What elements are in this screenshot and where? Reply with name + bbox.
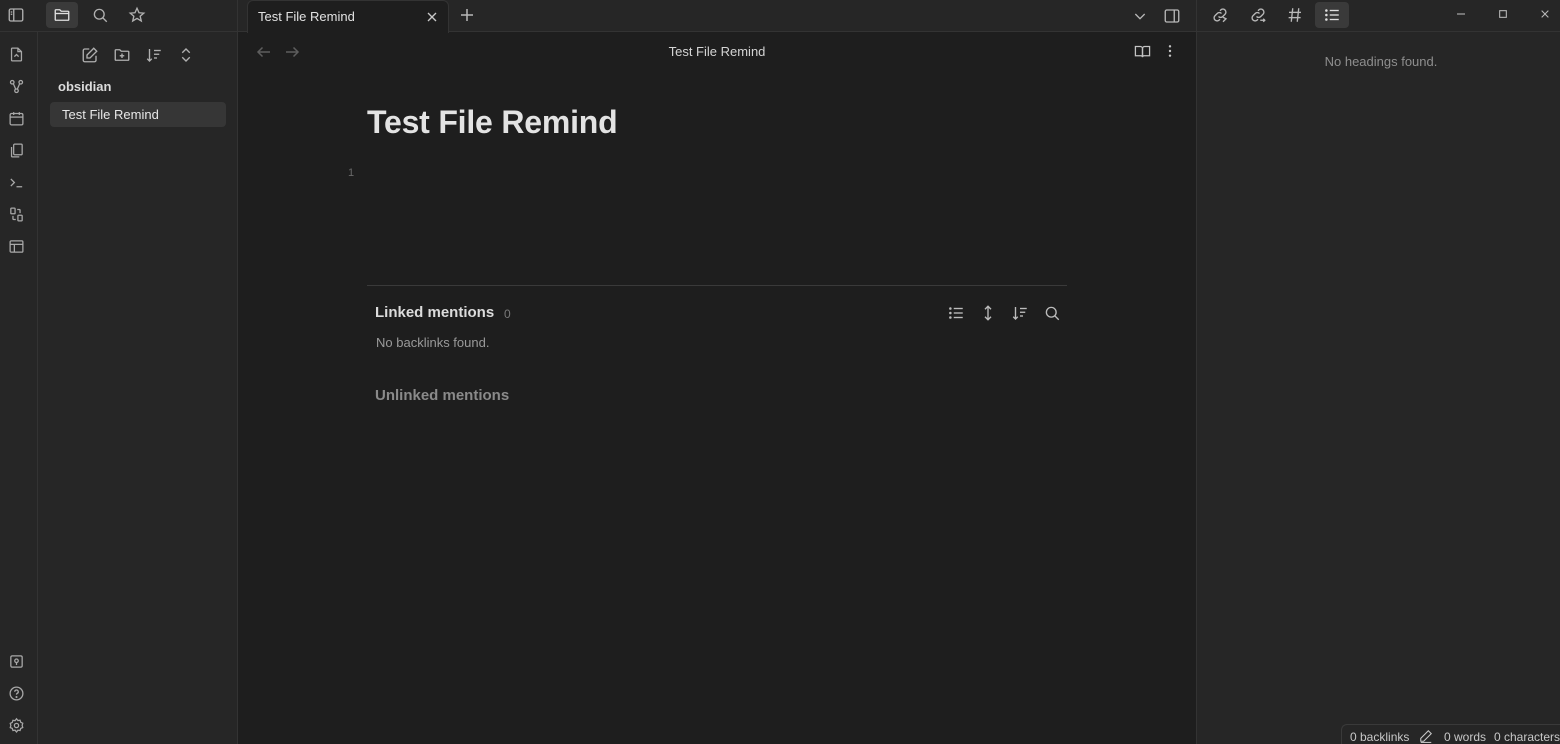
tags-icon bbox=[1288, 8, 1301, 22]
book-open-icon bbox=[1134, 45, 1150, 57]
show-more-context-button[interactable] bbox=[978, 303, 998, 323]
sidebar-right-icon bbox=[1164, 9, 1180, 23]
slides-layout-icon[interactable] bbox=[6, 236, 26, 256]
minimize-icon[interactable] bbox=[1453, 6, 1469, 22]
collapse-all-button[interactable] bbox=[175, 44, 197, 66]
tab-active[interactable]: Test File Remind bbox=[247, 0, 449, 33]
sort-icon bbox=[1012, 307, 1027, 320]
new-note-icon bbox=[82, 47, 98, 63]
new-note-button[interactable] bbox=[79, 44, 101, 66]
file-item-active[interactable]: Test File Remind bbox=[50, 102, 226, 127]
pencil-icon[interactable] bbox=[1419, 729, 1433, 743]
canvas-icon[interactable] bbox=[6, 204, 26, 224]
right-sidebar-toggle[interactable] bbox=[1160, 4, 1184, 28]
backlinks-search-button[interactable] bbox=[1042, 303, 1062, 323]
tags-tab[interactable] bbox=[1278, 2, 1312, 28]
unlinked-mentions-title[interactable]: Unlinked mentions bbox=[375, 387, 509, 404]
search-icon bbox=[1045, 306, 1060, 321]
outgoing-links-icon bbox=[1251, 8, 1266, 23]
more-options-button[interactable] bbox=[1160, 41, 1180, 61]
inline-title[interactable]: Test File Remind bbox=[367, 104, 618, 141]
new-folder-button[interactable] bbox=[111, 44, 133, 66]
outline-panel: No headings found. bbox=[1196, 32, 1560, 744]
view-header-title[interactable]: Test File Remind bbox=[238, 44, 1196, 59]
status-words: 0 words bbox=[1444, 730, 1487, 744]
open-quick-switcher-icon[interactable] bbox=[6, 44, 26, 64]
backlinks-icon bbox=[1213, 8, 1228, 23]
vault-name[interactable]: obsidian bbox=[58, 79, 111, 94]
right-header-strip bbox=[1196, 0, 1560, 32]
editor-pane: Test File Remind Test File Remind 1 Link… bbox=[238, 33, 1196, 744]
file-explorer: obsidian Test File Remind bbox=[38, 32, 238, 744]
window-close-icon[interactable] bbox=[1537, 6, 1553, 22]
left-header-strip bbox=[0, 0, 238, 32]
no-headings-text: No headings found. bbox=[1324, 54, 1438, 69]
expand-vertical-icon bbox=[984, 305, 992, 321]
chevron-down-icon bbox=[1134, 13, 1146, 20]
star-icon bbox=[128, 6, 146, 23]
tab-title: Test File Remind bbox=[258, 9, 355, 24]
new-folder-icon bbox=[114, 49, 130, 61]
graph-view-icon[interactable] bbox=[6, 76, 26, 96]
status-characters: 0 characters bbox=[1494, 730, 1560, 744]
outline-tab[interactable] bbox=[1315, 2, 1349, 28]
backlinks-divider bbox=[367, 285, 1067, 286]
templates-icon[interactable] bbox=[6, 140, 26, 160]
close-icon[interactable] bbox=[424, 9, 440, 25]
ribbon bbox=[0, 32, 38, 744]
tab-list-dropdown[interactable] bbox=[1128, 4, 1152, 28]
backlinks-sort-button[interactable] bbox=[1010, 303, 1030, 323]
outline-icon bbox=[1325, 9, 1339, 21]
list-icon bbox=[949, 307, 963, 319]
vault-switch-icon[interactable] bbox=[6, 651, 26, 671]
collapse-results-button[interactable] bbox=[946, 303, 966, 323]
search-tab[interactable] bbox=[84, 2, 116, 28]
outgoing-links-tab[interactable] bbox=[1241, 2, 1275, 28]
sidebar-left-icon bbox=[8, 8, 24, 22]
sidebar-toggle-button[interactable] bbox=[0, 2, 32, 28]
no-backlinks-text: No backlinks found. bbox=[376, 335, 490, 350]
new-tab-icon[interactable] bbox=[458, 6, 476, 24]
line-number: 1 bbox=[348, 167, 355, 179]
command-palette-icon[interactable] bbox=[6, 172, 26, 192]
backlinks-tab[interactable] bbox=[1203, 2, 1237, 28]
more-vertical-icon bbox=[1168, 45, 1172, 57]
linked-mentions-count: 0 bbox=[504, 307, 511, 321]
settings-icon[interactable] bbox=[6, 715, 26, 735]
sort-button[interactable] bbox=[143, 44, 165, 66]
status-bar: 0 backlinks 0 words 0 characters bbox=[1341, 724, 1560, 744]
folder-icon bbox=[54, 9, 70, 21]
help-icon[interactable] bbox=[6, 683, 26, 703]
daily-note-calendar-icon[interactable] bbox=[6, 108, 26, 128]
tab-bar: Test File Remind bbox=[238, 0, 1196, 33]
bookmarks-tab[interactable] bbox=[121, 2, 153, 28]
reading-view-button[interactable] bbox=[1132, 41, 1152, 61]
sort-icon bbox=[146, 49, 161, 62]
maximize-icon[interactable] bbox=[1495, 6, 1511, 22]
collapse-all-icon bbox=[181, 48, 191, 62]
linked-mentions-title[interactable]: Linked mentions bbox=[375, 304, 494, 321]
files-tab[interactable] bbox=[46, 2, 78, 28]
status-backlinks[interactable]: 0 backlinks bbox=[1350, 730, 1409, 744]
search-icon bbox=[93, 8, 108, 23]
